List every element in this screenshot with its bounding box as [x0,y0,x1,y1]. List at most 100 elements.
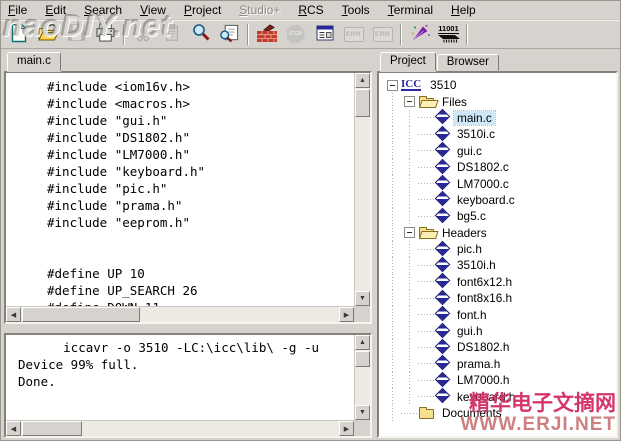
menu-studio[interactable]: Studio+ [239,3,280,17]
source-file-icon [435,289,451,305]
project-window-button[interactable] [310,22,339,47]
new-file-button[interactable] [4,22,33,47]
editor-hscroll-thumb[interactable] [22,307,140,322]
open-folder-icon [37,23,59,46]
editor-vscroll-track[interactable] [355,88,370,291]
save-file-button[interactable] [62,22,91,47]
tree-connector [418,323,435,339]
output-hscroll-thumb[interactable] [22,421,82,436]
tree-item-font6x12-h[interactable]: font6x12.h [384,274,614,290]
collapse-minus-icon[interactable] [401,225,418,241]
code-editor[interactable]: #include <iom16v.h>#include <macros.h>#i… [4,71,372,324]
tree-item-headers[interactable]: Headers [384,225,614,241]
editor-horizontal-scrollbar[interactable]: ◀ ▶ [6,306,354,322]
tree-item-lm7000-c[interactable]: LM7000.c [384,175,614,191]
print-button[interactable] [91,22,120,47]
code-line: #include "pic.h" [47,180,352,197]
code-area[interactable]: #include <iom16v.h>#include <macros.h>#i… [6,73,354,306]
tree-item-prama-h[interactable]: prama.h [384,356,614,372]
menu-help[interactable]: Help [451,3,476,17]
scroll-up-icon[interactable]: ▲ [355,73,370,88]
tree-item-3510i-c[interactable]: 3510i.c [384,126,614,142]
tree-item-gui-c[interactable]: gui.c [384,143,614,159]
find-in-files-button[interactable] [215,22,244,47]
tree-item-keyboard-h[interactable]: keyboard.h [384,388,614,404]
scroll-up-icon[interactable]: ▲ [355,335,370,350]
output-vscroll-thumb[interactable] [355,351,370,367]
tab-project[interactable]: Project [380,52,436,71]
avr-programmer-button[interactable]: 11001 [434,22,463,47]
tree-item-lm7000-h[interactable]: LM7000.h [384,372,614,388]
output-vertical-scrollbar[interactable]: ▲ ▼ [354,335,370,420]
tree-item-ds1802-h[interactable]: DS1802.h [384,339,614,355]
menu-tools[interactable]: Tools [342,3,370,17]
project-window-icon [315,23,335,46]
tree-item-files[interactable]: Files [384,93,614,109]
menu-file[interactable]: File [8,3,27,17]
source-file-icon [435,109,451,125]
tree-item-label: bg5.c [454,209,489,223]
menu-edit[interactable]: Edit [45,3,66,17]
tree-item-bg5-c[interactable]: bg5.c [384,208,614,224]
menu-search[interactable]: Search [84,3,122,17]
collapse-minus-icon[interactable] [384,77,401,93]
tree-item-label: 3510i.h [454,258,499,272]
tree-guide-line [401,306,418,322]
collapse-minus-icon[interactable] [401,93,418,109]
menu-terminal[interactable]: Terminal [388,3,433,17]
horizontal-splitter[interactable] [4,324,372,333]
tree-guide-line [384,126,401,142]
tree-item-label: gui.c [454,144,485,158]
application-wizard-button[interactable] [405,22,434,47]
build-project-button[interactable] [252,22,281,47]
output-line: iccavr -o 3510 -LC:\icc\lib\ -g -u [18,339,352,356]
tree-connector [418,290,435,306]
tab-browser[interactable]: Browser [437,54,499,71]
scroll-right-icon[interactable]: ▶ [339,307,354,322]
output-hscroll-track[interactable] [21,421,339,436]
tree-connector [418,175,435,191]
next-error-icon: ERR [373,27,393,42]
tree-item-3510i-h[interactable]: 3510i.h [384,257,614,273]
next-error-button[interactable]: ERR [368,22,397,47]
editor-vscroll-thumb[interactable] [355,89,370,117]
menu-rcs[interactable]: RCS [298,3,323,17]
tree-item-label: pic.h [454,242,485,256]
folder-open-icon [419,229,434,239]
tree-item-label: 3510 [427,78,459,92]
tree-connector [418,372,435,388]
tree-item-font8x16-h[interactable]: font8x16.h [384,290,614,306]
editor-tab-main-c[interactable]: main.c [7,52,61,71]
source-file-icon [435,371,451,387]
scroll-down-icon[interactable]: ▼ [355,405,370,420]
tree-item-main-c[interactable]: main.c [384,110,614,126]
scroll-right-icon[interactable]: ▶ [339,421,354,436]
stop-build-button[interactable]: STOP [281,22,310,47]
editor-hscroll-track[interactable] [21,307,339,322]
previous-error-button[interactable]: ERR [339,22,368,47]
tree-item-font-h[interactable]: font.h [384,306,614,322]
tree-guide-line [384,143,401,159]
scroll-left-icon[interactable]: ◀ [6,421,21,436]
find-button[interactable] [186,22,215,47]
tree-item-documents[interactable]: Documents [384,405,614,421]
tree-item-gui-h[interactable]: gui.h [384,323,614,339]
cut-button[interactable] [128,22,157,47]
editor-vertical-scrollbar[interactable]: ▲ ▼ [354,73,370,306]
menu-project[interactable]: Project [184,3,221,17]
tree-item-pic-h[interactable]: pic.h [384,241,614,257]
scroll-left-icon[interactable]: ◀ [6,307,21,322]
tree-item-3510[interactable]: ICC3510 [384,77,614,93]
tree-item-keyboard-c[interactable]: keyboard.c [384,192,614,208]
output-vscroll-track[interactable] [355,350,370,405]
menu-view[interactable]: View [140,3,166,17]
build-output-panel[interactable]: iccavr -o 3510 -LC:\icc\lib\ -g -uDevice… [4,333,372,438]
paste-button[interactable] [157,22,186,47]
open-file-button[interactable] [33,22,62,47]
output-horizontal-scrollbar[interactable]: ◀ ▶ [6,420,354,436]
scroll-down-icon[interactable]: ▼ [355,291,370,306]
icc-avr-ide-window: naoDIY.net FileEditSearchViewProjectStud… [0,0,621,441]
tree-item-ds1802-c[interactable]: DS1802.c [384,159,614,175]
tree-connector [418,306,435,322]
previous-error-icon: ERR [344,27,364,42]
